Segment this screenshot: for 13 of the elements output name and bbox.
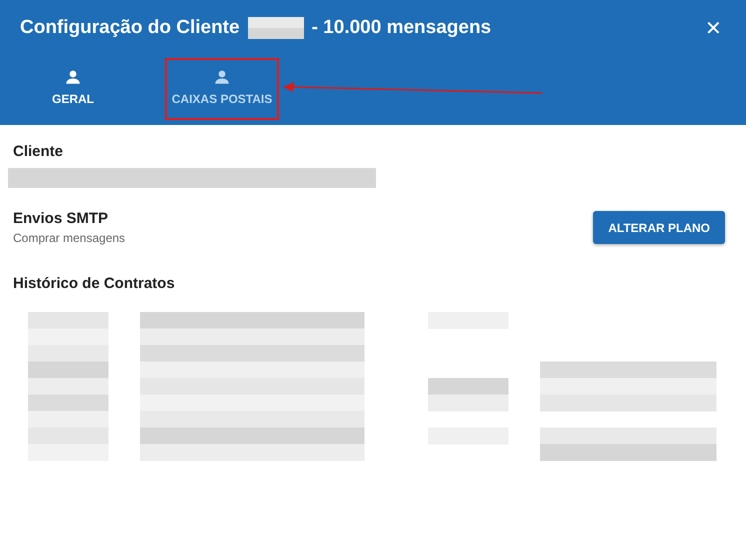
redacted-name-drawing — [248, 17, 304, 39]
close-button[interactable]: ✕ — [701, 16, 726, 40]
tab[interactable]: CAIXAS POSTAIS — [157, 56, 287, 125]
field-label: Cliente — [13, 143, 64, 160]
tab[interactable]: GERAL — [8, 56, 138, 125]
dialog-title: - 10.000 mensagens — [312, 17, 492, 39]
section-subtitle: Comprar mensagens — [13, 231, 126, 245]
person-icon — [213, 68, 231, 86]
dialog-title: Configuração do Cliente — [20, 17, 240, 39]
person-icon — [64, 68, 82, 86]
section-title: Histórico de Contratos — [13, 275, 176, 292]
section-title: Envios SMTP — [13, 210, 110, 227]
change-plan-button[interactable]: ALTERAR PLANO — [593, 211, 725, 244]
